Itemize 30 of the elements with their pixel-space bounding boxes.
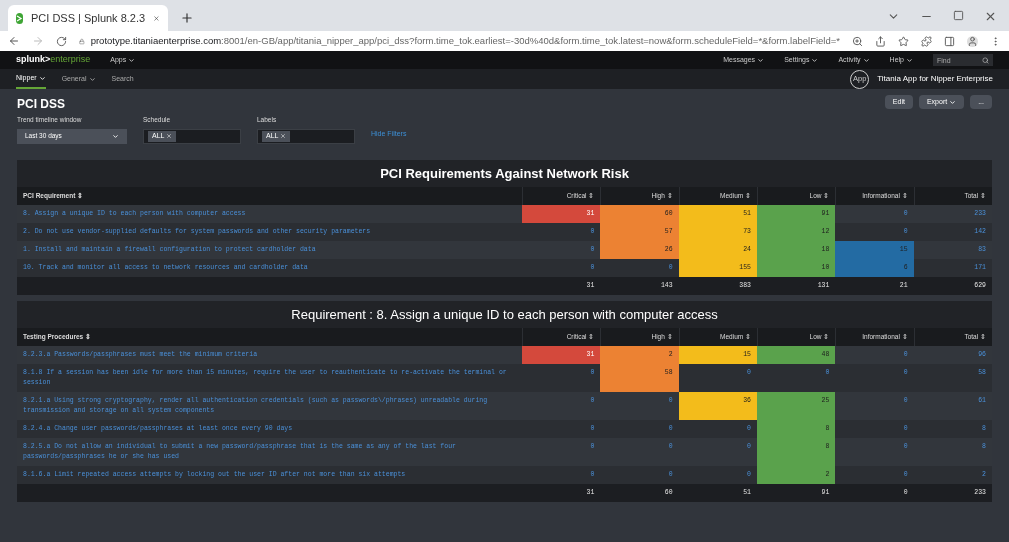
search-icon[interactable]: [982, 56, 989, 64]
tab-favicon-icon: [16, 12, 23, 24]
dashboard-title: PCI DSS: [17, 96, 65, 113]
caret-icon: [862, 56, 870, 64]
caret-icon: [811, 56, 819, 64]
lock-icon: [79, 36, 85, 46]
table-title: PCI Requirements Against Network Risk: [379, 164, 630, 183]
bookmark-star-icon[interactable]: [898, 35, 909, 47]
close-window-icon[interactable]: [984, 10, 997, 23]
caret-icon: [128, 56, 136, 64]
back-icon[interactable]: [8, 35, 20, 47]
tab-title: PCI DSS | Splunk 8.2.3: [31, 10, 146, 26]
caret-icon: [949, 98, 957, 106]
remove-icon[interactable]: [166, 133, 173, 140]
browser-tab[interactable]: PCI DSS | Splunk 8.2.3: [8, 5, 168, 31]
profile-icon[interactable]: [967, 35, 978, 47]
caret-icon: [112, 132, 119, 140]
zoom-icon[interactable]: [852, 35, 863, 47]
remove-icon[interactable]: [280, 133, 287, 140]
extensions-icon[interactable]: [921, 35, 932, 47]
app-name: Titania App for Nipper Enterprise: [877, 73, 993, 85]
caret-icon: [906, 56, 913, 64]
side-panel-icon[interactable]: [944, 35, 955, 47]
table-title: Requirement : 8. Assign a unique ID to each person with computer access: [290, 305, 719, 324]
maximize-icon[interactable]: [953, 10, 964, 21]
reload-icon[interactable]: [56, 35, 67, 47]
new-tab-icon[interactable]: [180, 11, 194, 25]
splunk-logo[interactable]: splunk>enterprise: [16, 53, 91, 67]
caret-icon: [757, 56, 765, 64]
share-icon[interactable]: [875, 35, 886, 47]
